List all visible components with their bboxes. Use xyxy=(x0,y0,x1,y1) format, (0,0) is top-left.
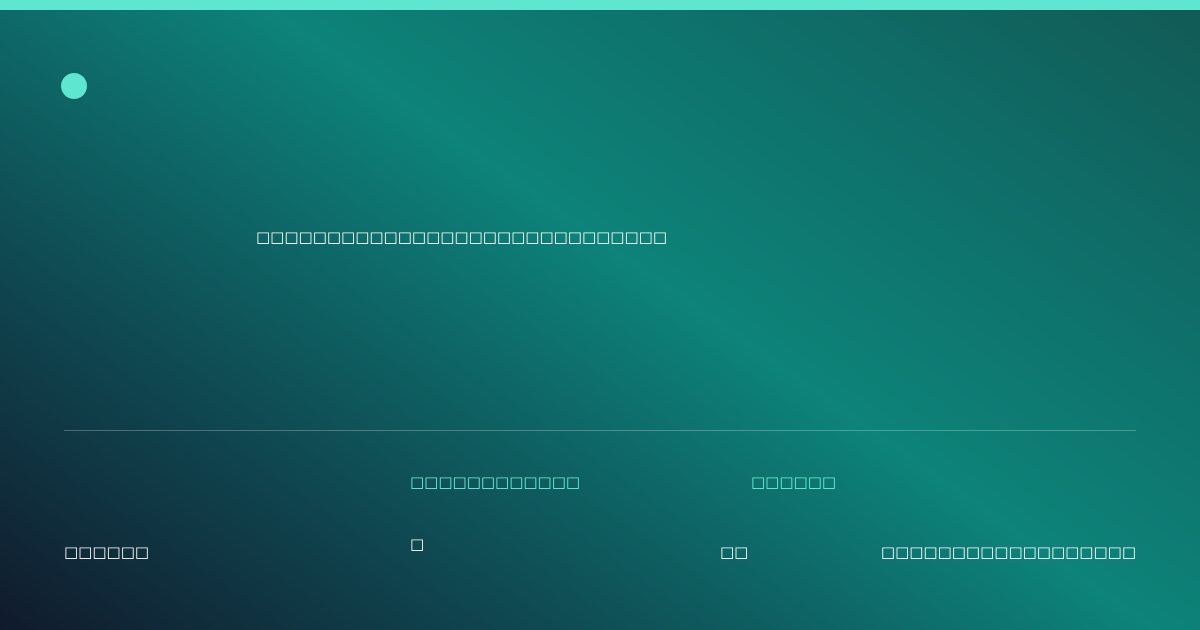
top-accent-bar xyxy=(0,0,1200,10)
footer-label-3: □□□□□□ xyxy=(751,473,837,491)
footer-label-2: □□□□□□□□□□□□ xyxy=(410,473,581,491)
footer-value-4: □□□□□□□□□□□□□□□□□□ xyxy=(880,543,1136,561)
footer-value-3: □□ xyxy=(720,543,749,561)
share-card: □□□□□□□□□□□□□□□□□□□□□□□□□□□□□ □□□□□□□□□□… xyxy=(0,0,1200,630)
footer-value-2: □ xyxy=(410,535,425,553)
brand-dot-icon xyxy=(61,73,87,99)
footer-value-1: □□□□□□ xyxy=(64,543,150,561)
card-subtitle: □□□□□□□□□□□□□□□□□□□□□□□□□□□□□ xyxy=(256,228,667,246)
footer-divider xyxy=(64,430,1136,431)
